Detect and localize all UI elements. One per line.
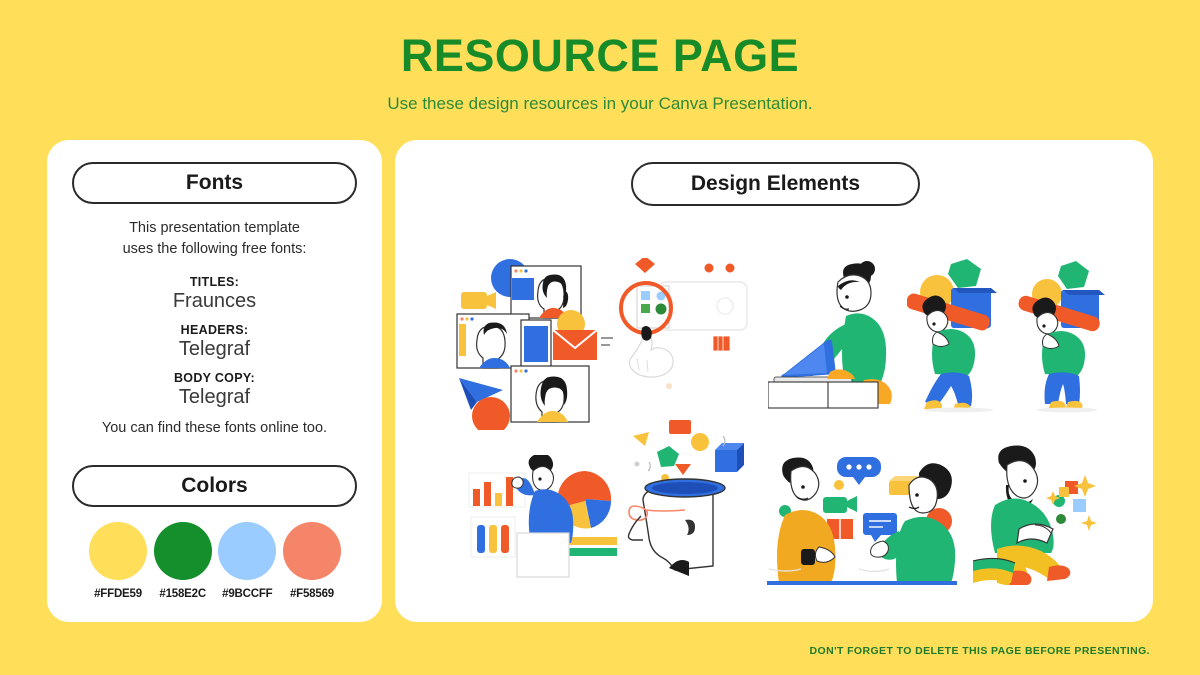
color-swatch-4: #F58569 bbox=[282, 522, 341, 600]
page-subtitle: Use these design resources in your Canva… bbox=[387, 94, 813, 113]
design-elements-heading-pill: Design Elements bbox=[631, 162, 920, 206]
footer-note: DON'T FORGET TO DELETE THIS PAGE BEFORE … bbox=[809, 645, 1150, 657]
fonts-and-colors-card: Fonts This presentation template uses th… bbox=[47, 140, 382, 622]
illustration-person-presenting-charts[interactable] bbox=[465, 455, 625, 580]
fonts-outro-text: You can find these fonts online too. bbox=[101, 420, 328, 436]
font-group-titles-label: TITLES: bbox=[189, 275, 240, 289]
illustration-open-head-ideas[interactable] bbox=[623, 420, 768, 585]
illustration-two-people-chatting[interactable] bbox=[767, 445, 957, 585]
color-swatch-3-dot bbox=[218, 522, 277, 580]
font-group-headers-value: Telegraf bbox=[178, 338, 251, 360]
color-swatch-1: #FFDE59 bbox=[89, 522, 147, 600]
color-swatch-2-dot bbox=[153, 522, 212, 580]
color-swatch-1-hex: #FFDE59 bbox=[94, 588, 142, 600]
font-group-body-copy-label: BODY COPY: bbox=[173, 371, 256, 385]
illustration-person-carrying-shapes-walking[interactable] bbox=[907, 258, 1017, 413]
color-swatch-4-hex: #F58569 bbox=[289, 588, 334, 600]
font-group-headers: HEADERS: Telegraf bbox=[67, 323, 362, 362]
font-group-headers-label: HEADERS: bbox=[180, 323, 249, 337]
font-group-body-copy-value: Telegraf bbox=[178, 386, 251, 408]
design-elements-heading-label: Design Elements bbox=[690, 172, 861, 195]
color-swatch-4-dot bbox=[282, 522, 341, 580]
design-elements-card: Design Elements bbox=[395, 140, 1153, 622]
fonts-intro-line-1: This presentation template bbox=[129, 220, 300, 236]
illustration-hand-pointing-screen[interactable] bbox=[617, 258, 767, 398]
colors-heading-label: Colors bbox=[181, 474, 248, 497]
color-swatch-1-dot bbox=[89, 522, 147, 580]
color-swatch-row: #FFDE59 #158E2C #9BCCFF #F58569 bbox=[89, 522, 341, 600]
font-group-titles-value: Fraunces bbox=[172, 290, 257, 312]
fonts-heading-label: Fonts bbox=[185, 171, 244, 194]
color-swatch-2: #158E2C bbox=[153, 522, 212, 600]
color-swatch-2-hex: #158E2C bbox=[159, 588, 206, 600]
illustration-person-reading-book[interactable] bbox=[973, 445, 1108, 585]
font-group-body-copy: BODY COPY: Telegraf bbox=[67, 371, 362, 410]
color-swatch-3: #9BCCFF bbox=[218, 522, 277, 600]
fonts-heading-pill: Fonts bbox=[72, 162, 357, 204]
illustration-video-call-windows[interactable] bbox=[455, 250, 620, 430]
illustration-person-at-laptop-desk[interactable] bbox=[768, 260, 908, 410]
page-title: RESOURCE PAGE bbox=[400, 30, 800, 81]
fonts-intro-text: This presentation template uses the foll… bbox=[67, 218, 362, 260]
illustration-person-carrying-shapes-standing[interactable] bbox=[1013, 258, 1123, 413]
color-swatch-3-hex: #9BCCFF bbox=[222, 588, 273, 600]
fonts-intro-line-2: uses the following free fonts: bbox=[122, 241, 307, 258]
font-group-titles: TITLES: Fraunces bbox=[67, 275, 362, 314]
colors-heading-pill: Colors bbox=[72, 465, 357, 507]
